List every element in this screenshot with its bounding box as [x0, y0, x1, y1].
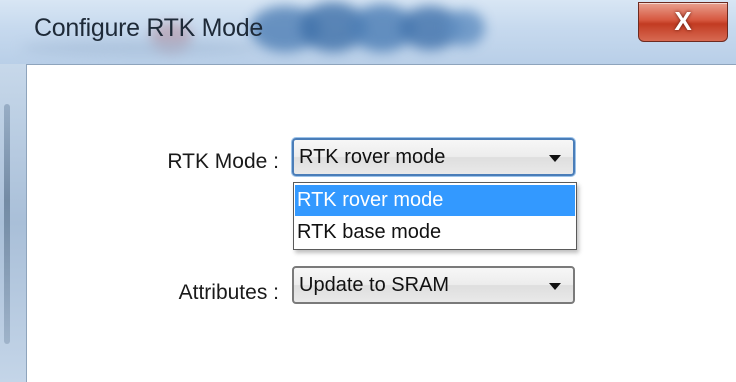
window-frame-shadow: [4, 104, 10, 344]
window-frame-left: [0, 64, 26, 382]
chevron-down-icon: [549, 155, 561, 162]
attributes-selected-value: Update to SRAM: [299, 274, 450, 296]
attributes-select[interactable]: Update to SRAM: [292, 266, 575, 304]
title-bar[interactable]: Configure RTK Mode X: [0, 0, 736, 64]
attributes-label: Attributes :: [178, 281, 279, 304]
window-title: Configure RTK Mode: [34, 14, 263, 42]
close-icon: X: [674, 6, 692, 36]
rtk-mode-select[interactable]: RTK rover mode: [292, 138, 575, 176]
chevron-down-icon: [549, 283, 561, 290]
rtk-mode-label: RTK Mode :: [167, 150, 279, 173]
rtk-mode-option-base[interactable]: RTK base mode: [295, 217, 575, 248]
close-button[interactable]: X: [638, 2, 728, 42]
title-bar-background-blob: [445, 10, 485, 46]
rtk-mode-option-rover[interactable]: RTK rover mode: [295, 185, 575, 216]
rtk-mode-selected-value: RTK rover mode: [299, 146, 446, 168]
configure-rtk-mode-dialog: Configure RTK Mode X RTK Mode : RTK rove…: [0, 0, 736, 382]
rtk-mode-dropdown-list: RTK rover mode RTK base mode: [293, 182, 577, 250]
